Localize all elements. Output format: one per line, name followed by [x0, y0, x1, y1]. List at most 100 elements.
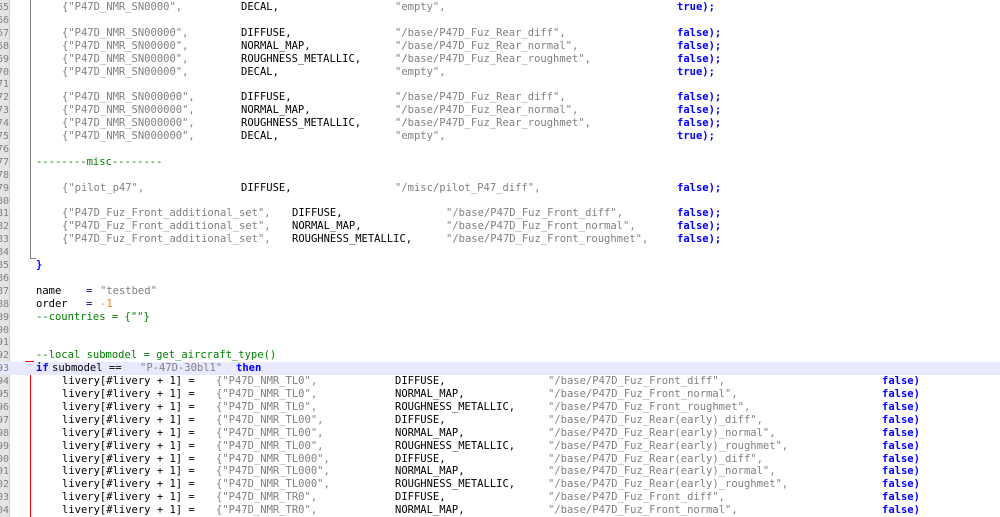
line-number: 101 — [0, 466, 9, 478]
code-line[interactable]: 92 --local submodel = get_aircraft_type() — [0, 349, 1000, 362]
line-number: 75 — [0, 131, 9, 142]
code-line[interactable]: 94 livery[#livery + 1] = {"P47D_NMR_TL0", D… — [0, 375, 1000, 388]
code-line[interactable]: 68 {"P47D_NMR_SN00000", NORMAL_MAP, "/base/… — [0, 40, 1000, 53]
code-token: DIFFUSE, — [241, 181, 292, 194]
code-line[interactable]: 71 — [0, 78, 1000, 91]
line-number: 66 — [0, 14, 9, 26]
code-line[interactable]: 100 livery[#livery + 1] = {"P47D_NMR_TL000… — [0, 453, 1000, 466]
code-token: {"P47D_NMR_SN000000", — [62, 91, 195, 104]
code-token: true); — [677, 130, 715, 142]
code-token: "/base/P47D_Fuz_Rear_roughmet", — [395, 52, 591, 65]
line-number: 85 — [0, 260, 9, 271]
code-token: "/base/P47D_Fuz_Front_diff", — [548, 491, 726, 504]
code-line[interactable]: 75 {"P47D_NMR_SN000000", DECAL, "empty", tru… — [0, 130, 1000, 143]
code-line[interactable]: 99 livery[#livery + 1] = {"P47D_NMR_TL00",… — [0, 440, 1000, 453]
code-token: false); — [677, 52, 722, 65]
code-token: ROUGHNESS_METALLIC, — [292, 233, 413, 246]
code-editor[interactable]: 65 {"P47D_NMR_SN0000", DECAL, "empty", true)… — [0, 0, 1000, 517]
code-token: {"P47D_NMR_TR0", — [216, 491, 318, 504]
line-number: 83 — [0, 234, 9, 246]
code-line[interactable]: 102 livery[#livery + 1] = {"P47D_NMR_TL000… — [0, 478, 1000, 491]
code-token: false) — [882, 478, 920, 491]
code-line[interactable]: 65 {"P47D_NMR_SN0000", DECAL, "empty", true)… — [0, 1, 1000, 14]
code-line[interactable]: 93 ifsubmodel == "P-47D-30bl1" then — [0, 362, 1000, 376]
code-line[interactable]: 87 name = "testbed" — [0, 285, 1000, 298]
code-token: order — [36, 297, 68, 310]
line-number: 98 — [0, 427, 9, 439]
code-token: {"P47D_Fuz_Front_additional_set", — [62, 207, 271, 220]
code-line[interactable]: 66 — [0, 14, 1000, 27]
line-number: 91 — [0, 337, 9, 349]
code-token: {"P47D_NMR_TL00", — [216, 439, 324, 452]
code-token: = — [86, 284, 93, 297]
code-token: false) — [882, 452, 920, 465]
code-token: false); — [677, 233, 722, 246]
line-number: 92 — [0, 350, 9, 362]
code-line[interactable]: 83 {"P47D_Fuz_Front_additional_set", ROUGH… — [0, 233, 1000, 246]
code-line[interactable]: 76 — [0, 143, 1000, 156]
code-token: {"P47D_Fuz_Front_additional_set", — [62, 233, 271, 246]
code-token: {"P47D_NMR_SN0000", — [62, 1, 183, 13]
code-line[interactable]: 74 {"P47D_NMR_SN000000", ROUGHNESS_METALLI… — [0, 117, 1000, 130]
code-line[interactable]: 82 {"P47D_Fuz_Front_additional_set", NORMA… — [0, 220, 1000, 233]
code-token: DECAL, — [241, 1, 279, 13]
code-line[interactable]: 98 livery[#livery + 1] = {"P47D_NMR_TL00",… — [0, 427, 1000, 440]
code-token: false) — [882, 375, 920, 388]
code-line[interactable]: 88 order = -1 — [0, 298, 1000, 311]
code-token: {"P47D_NMR_SN00000", — [62, 26, 189, 39]
code-token: "/base/P47D_Fuz_Front_diff", — [446, 207, 624, 220]
line-number: 96 — [0, 401, 9, 413]
code-token: false) — [882, 465, 920, 478]
code-line[interactable]: 89 --countries = {""} — [0, 311, 1000, 324]
code-line[interactable]: 103 livery[#livery + 1] = {"P47D_NMR_TR0",… — [0, 491, 1000, 504]
code-line[interactable]: 72 {"P47D_NMR_SN000000", DIFFUSE, "/base/P4… — [0, 91, 1000, 104]
code-token: {"P47D_NMR_SN00000", — [62, 39, 189, 52]
code-token: DIFFUSE, — [241, 91, 292, 104]
code-token: livery[#livery + 1] = — [62, 400, 195, 413]
line-number: 102 — [0, 479, 9, 491]
line-number: 71 — [0, 79, 9, 91]
code-line[interactable]: 78 — [0, 169, 1000, 182]
code-line[interactable]: 101 livery[#livery + 1] = {"P47D_NMR_TL000… — [0, 465, 1000, 478]
code-line[interactable]: 67 {"P47D_NMR_SN00000", DIFFUSE, "/base/P47… — [0, 27, 1000, 40]
code-line[interactable]: 85} — [0, 259, 1000, 272]
code-token: {"P47D_NMR_TL000", — [216, 478, 330, 491]
code-token: {"P47D_NMR_SN00000", — [62, 65, 189, 78]
code-line[interactable]: 104 livery[#livery + 1] = {"P47D_NMR_TR0",… — [0, 504, 1000, 517]
code-token: livery[#livery + 1] = — [62, 465, 195, 478]
code-token: ROUGHNESS_METALLIC, — [395, 400, 516, 413]
code-token: "/base/P47D_Fuz_Rear(early)_normal", — [548, 426, 776, 439]
code-line[interactable]: 90 — [0, 324, 1000, 337]
code-line[interactable]: 69 {"P47D_NMR_SN00000", ROUGHNESS_METALLIC… — [0, 53, 1000, 66]
code-token: name — [36, 284, 62, 297]
code-token: false) — [882, 388, 920, 400]
code-token: "P-47D-30bl1" — [140, 362, 223, 375]
code-token: livery[#livery + 1] = — [62, 426, 195, 439]
code-line[interactable]: 80 — [0, 195, 1000, 208]
code-line[interactable]: 73 {"P47D_NMR_SN000000", NORMAL_MAP, "/base… — [0, 104, 1000, 117]
code-line[interactable]: 91 — [0, 336, 1000, 349]
code-line[interactable]: 79 {"pilot_p47", DIFFUSE, "/misc/pilot_P47_… — [0, 182, 1000, 195]
code-line[interactable]: 81 {"P47D_Fuz_Front_additional_set", DIFFU… — [0, 207, 1000, 220]
code-line[interactable]: 86 — [0, 272, 1000, 285]
code-token: "/base/P47D_Fuz_Front_normal", — [446, 220, 636, 233]
code-token: false) — [882, 426, 920, 439]
code-line[interactable]: 95 livery[#livery + 1] = {"P47D_NMR_TL0", N… — [0, 388, 1000, 401]
code-token: false); — [677, 39, 722, 52]
code-line[interactable]: 70 {"P47D_NMR_SN00000", DECAL, "empty", true… — [0, 66, 1000, 79]
code-token: {"P47D_NMR_TL000", — [216, 465, 330, 478]
code-line[interactable]: 84 — [0, 246, 1000, 259]
line-number: 81 — [0, 208, 9, 220]
code-line[interactable]: 96 livery[#livery + 1] = {"P47D_NMR_TL0", R… — [0, 401, 1000, 414]
line-number: 79 — [0, 182, 9, 194]
code-token: "/base/P47D_Fuz_Front_normal", — [548, 504, 738, 517]
code-token: {"P47D_NMR_SN000000", — [62, 104, 195, 117]
code-token: livery[#livery + 1] = — [62, 388, 195, 400]
code-token: livery[#livery + 1] = — [62, 504, 195, 517]
line-number: 97 — [0, 414, 9, 426]
code-token: false) — [882, 400, 920, 413]
code-token: "/base/P47D_Fuz_Rear(early)_roughmet", — [548, 478, 789, 491]
code-line[interactable]: 77 --------misc-------- — [0, 156, 1000, 169]
code-token: true); — [677, 1, 715, 13]
code-line[interactable]: 97 livery[#livery + 1] = {"P47D_NMR_TL00",… — [0, 414, 1000, 427]
